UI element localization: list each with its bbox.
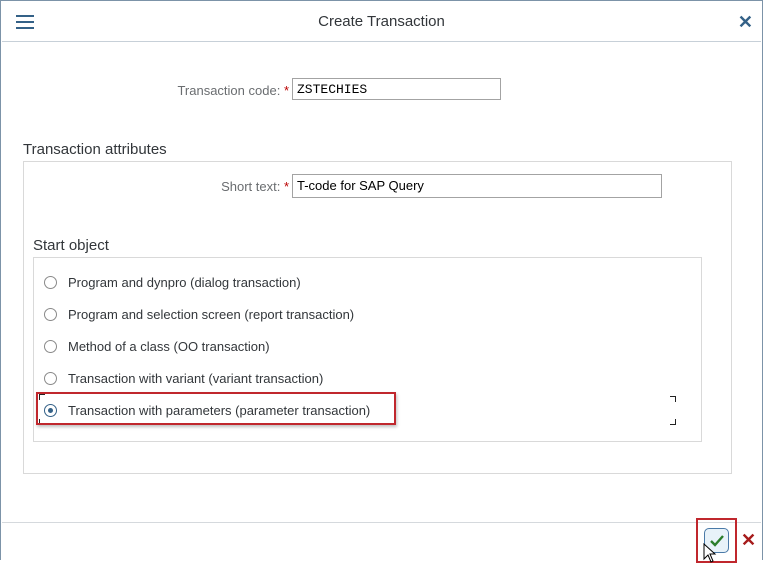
radio-button[interactable] <box>44 371 57 385</box>
transaction-attributes-title: Transaction attributes <box>23 141 167 158</box>
focus-corner-bottom-right <box>670 419 676 425</box>
radio-option-report-transaction[interactable]: Program and selection screen (report tra… <box>44 303 354 325</box>
transaction-code-label-text: Transaction code: <box>177 83 281 98</box>
focus-corner-top-right <box>670 396 676 402</box>
close-icon[interactable]: ✕ <box>738 12 753 32</box>
radio-button[interactable] <box>44 307 57 321</box>
create-transaction-dialog: Create Transaction ✕ Transaction code: *… <box>0 0 763 563</box>
required-marker: * <box>283 179 289 194</box>
dialog-title: Create Transaction <box>318 13 445 30</box>
radio-option-dialog-transaction[interactable]: Program and dynpro (dialog transaction) <box>44 271 301 293</box>
radio-label: Program and selection screen (report tra… <box>68 306 355 322</box>
radio-label: Method of a class (OO transaction) <box>68 338 270 354</box>
mouse-cursor-icon <box>703 543 717 563</box>
radio-button[interactable] <box>44 275 57 289</box>
radio-button[interactable] <box>44 339 57 353</box>
start-object-title: Start object <box>33 237 109 254</box>
short-text-label: Short text: * <box>101 179 289 194</box>
transaction-code-label: Transaction code: * <box>101 83 289 98</box>
radio-label: Program and dynpro (dialog transaction) <box>68 274 301 290</box>
short-text-input[interactable]: T-code for SAP Query <box>292 174 662 198</box>
required-marker: * <box>283 83 289 98</box>
short-text-label-text: Short text: <box>221 179 281 194</box>
radio-label: Transaction with variant (variant transa… <box>68 370 324 386</box>
footer-divider <box>2 522 761 523</box>
transaction-code-input[interactable]: ZSTECHIES <box>292 78 501 100</box>
cancel-x-icon[interactable]: ✕ <box>741 529 756 551</box>
radio-option-oo-transaction[interactable]: Method of a class (OO transaction) <box>44 335 270 357</box>
annotation-highlight-parameter-option <box>36 392 396 425</box>
dialog-header: Create Transaction ✕ <box>2 2 761 42</box>
radio-option-variant-transaction[interactable]: Transaction with variant (variant transa… <box>44 367 323 389</box>
